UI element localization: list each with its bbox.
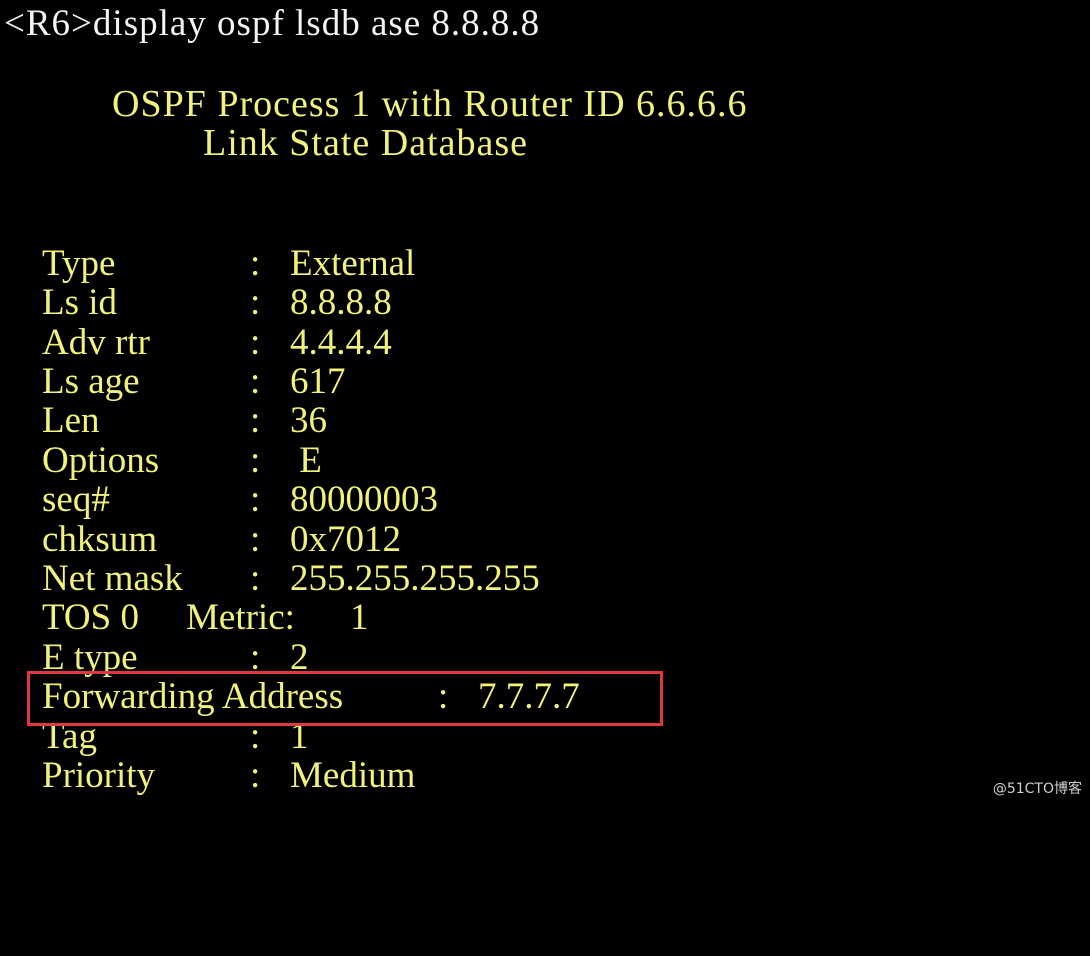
field-value: 36 <box>290 400 327 441</box>
field-colon: : <box>250 558 261 599</box>
field-row-ls-id: Ls id : 8.8.8.8 <box>42 283 392 323</box>
field-colon: : <box>250 282 261 323</box>
field-value: 80000003 <box>290 479 438 520</box>
field-row-adv-rtr: Adv rtr : 4.4.4.4 <box>42 323 392 363</box>
ospf-process-title: OSPF Process 1 with Router ID 6.6.6.6 <box>112 83 748 125</box>
field-label: chksum <box>42 519 158 560</box>
field-colon: : <box>250 322 261 363</box>
field-value: 255.255.255.255 <box>290 558 540 599</box>
field-value: 0x7012 <box>290 519 401 560</box>
field-label: Options <box>42 440 160 481</box>
field-label: Ls age <box>42 361 140 402</box>
field-row-chksum: chksum : 0x7012 <box>42 520 401 560</box>
field-value: 4.4.4.4 <box>290 322 392 363</box>
field-label: Adv rtr <box>42 322 150 363</box>
field-label: seq# <box>42 479 110 520</box>
site-watermark: @51CTO博客 <box>992 781 1082 797</box>
field-row-type: Type : External <box>42 244 415 284</box>
field-row-priority: Priority : Medium <box>42 756 415 796</box>
field-colon: : <box>250 400 261 441</box>
field-label: Net mask <box>42 558 183 599</box>
field-label: Ls id <box>42 282 118 323</box>
command-prompt-line: <R6>display ospf lsdb ase 8.8.8.8 <box>4 3 541 44</box>
forwarding-address-highlight-box <box>27 671 663 726</box>
field-colon: : <box>250 440 261 481</box>
field-colon: : <box>250 479 261 520</box>
field-row-ls-age: Ls age : 617 <box>42 362 346 402</box>
field-label: Len <box>42 400 100 441</box>
field-row-options: Options : E <box>42 441 322 481</box>
field-value: 617 <box>290 361 346 402</box>
field-value: Medium <box>290 755 416 796</box>
metric-label: Metric: <box>186 597 295 638</box>
field-value: External <box>290 243 416 284</box>
lsdb-title: Link State Database <box>203 122 529 164</box>
metric-value: 1 <box>350 597 369 638</box>
field-row-net-mask: Net mask : 255.255.255.255 <box>42 559 540 599</box>
field-value: 8.8.8.8 <box>290 282 392 323</box>
field-label: Priority <box>42 755 156 796</box>
field-colon: : <box>250 243 261 284</box>
field-label: Type <box>42 243 116 284</box>
terminal-window[interactable]: <R6>display ospf lsdb ase 8.8.8.8 OSPF P… <box>0 0 1090 806</box>
field-row-len: Len : 36 <box>42 401 327 441</box>
tos-label: TOS 0 <box>42 597 139 638</box>
field-colon: : <box>250 361 261 402</box>
field-row-tos-metric: TOS 0 Metric: 1 <box>42 598 369 638</box>
field-colon: : <box>250 755 261 796</box>
field-value: E <box>290 440 322 481</box>
field-row-seq: seq# : 80000003 <box>42 480 438 520</box>
field-colon: : <box>250 519 261 560</box>
